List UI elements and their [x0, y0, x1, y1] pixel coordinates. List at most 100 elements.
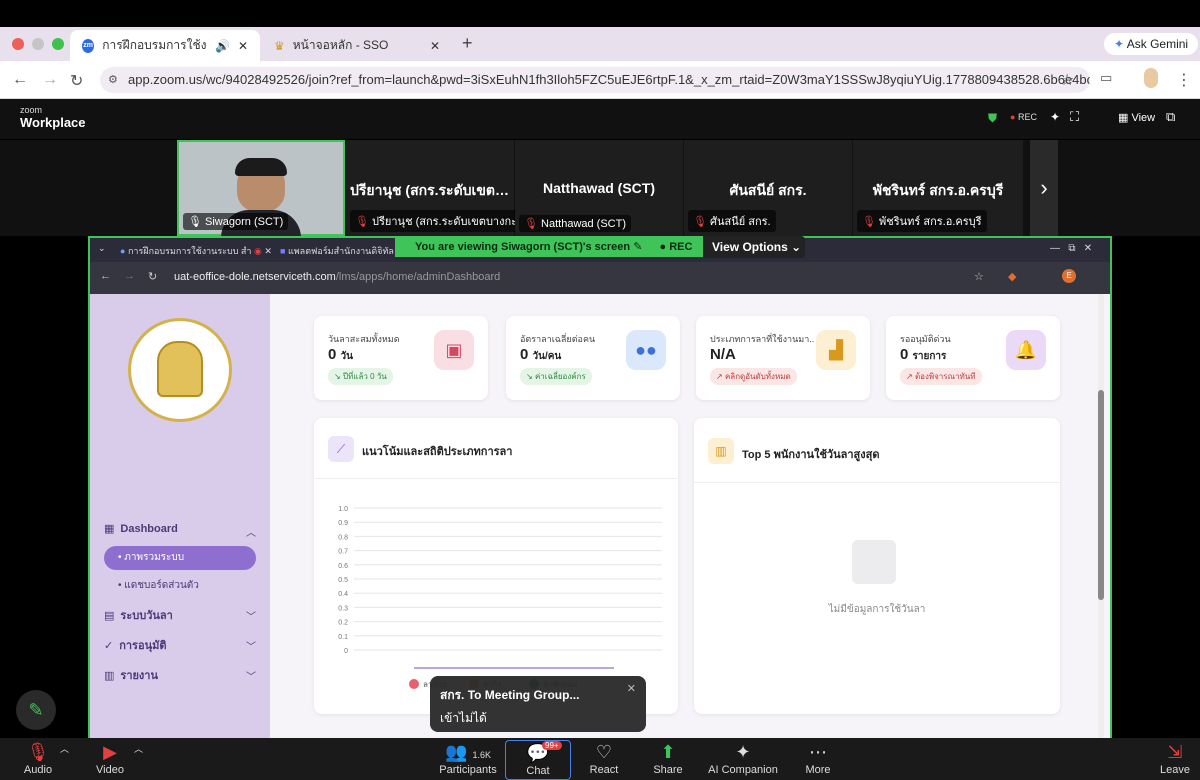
sidebar-item-label: ระบบวันลา	[120, 610, 173, 622]
department-logo	[128, 318, 232, 422]
participant-name: Natthawad (SCT)	[543, 180, 655, 196]
inner-window-controls: — ⧉ ✕	[1050, 243, 1093, 254]
y-tick-label: 0.2	[338, 620, 348, 627]
more-button[interactable]: ⋯ More	[800, 740, 836, 776]
inner-url: uat-eoffice-dole.netserviceth.com/lms/ap…	[174, 271, 501, 283]
inner-tab-list-icon: ⌄	[98, 243, 106, 253]
calendar-check-icon: ▣	[434, 330, 474, 370]
ask-gemini-button[interactable]: ✦ Ask Gemini	[1104, 33, 1199, 55]
trend-chart-svg: 1.00.90.80.70.60.50.40.30.20.10ลาป่วยลาก…	[338, 506, 662, 689]
legend-swatch[interactable]	[409, 679, 419, 689]
video-options-chevron-icon[interactable]: ︿	[134, 742, 143, 755]
participant-tile[interactable]: พัชรินทร์ สกร.อ.ครบุรี 🎙 พัชรินทร์ สกร.อ…	[853, 140, 1023, 236]
dashboard-icon: ▦	[104, 523, 115, 535]
audio-label: Audio	[23, 764, 53, 776]
chat-button[interactable]: 💬 Chat 99+	[505, 740, 571, 780]
participant-label: 🎙 Siwagorn (SCT)	[183, 213, 289, 230]
bookmark-star-icon[interactable]: ☆	[1060, 70, 1074, 90]
participant-tile[interactable]: ศันสนีย์ สกร. 🎙 ศันสนีย์ สกร.	[684, 140, 852, 236]
focus-icon[interactable]: ⛶	[1070, 109, 1079, 125]
share-viewing-banner: You are viewing Siwagorn (SCT)'s screen …	[395, 237, 703, 257]
video-button[interactable]: ▶ Video	[90, 740, 130, 776]
participant-label: 🎙 ศันสนีย์ สกร.	[688, 210, 776, 232]
sidebar-item-personal[interactable]: • แดชบอร์ดส่วนตัว	[118, 578, 199, 593]
react-button[interactable]: ♡ React	[584, 740, 624, 776]
view-button[interactable]: ▦ View	[1118, 111, 1155, 124]
sso-favicon-icon: ♛	[274, 38, 285, 53]
tab-title: การฝึกอบรมการใช้งานระบบ	[102, 38, 207, 52]
chart-title: แนวโน้มและสถิติประเภทการลา	[362, 446, 513, 458]
top5-card: ▥ Top 5 พนักงานใช้วันลาสูงสุด ไม่มีข้อมู…	[694, 418, 1060, 714]
browser-tab-bar: zm การฝึกอบรมการใช้งานระบบ 🔊 ✕ ♛ หน้าจอห…	[0, 27, 1200, 61]
gallery-next-arrow-icon[interactable]: ›	[1030, 140, 1058, 236]
profile-avatar[interactable]	[1144, 68, 1158, 88]
back-arrow-icon[interactable]: ←	[12, 71, 28, 89]
close-icon[interactable]: ✕	[627, 682, 636, 695]
chevron-up-icon: ︿	[246, 528, 256, 539]
stat-value: 0 รายการ	[900, 346, 947, 363]
report-icon: ▥	[104, 669, 115, 682]
close-window-button[interactable]	[12, 38, 24, 50]
y-tick-label: 0.7	[338, 549, 348, 556]
zoom-favicon-icon: zm	[82, 38, 95, 53]
audio-button[interactable]: 🎙 Audio	[18, 740, 58, 776]
tab-title: หน้าจอหลัก - SSO	[292, 38, 389, 52]
site-settings-icon[interactable]: ⚙	[108, 67, 118, 93]
y-tick-label: 0.4	[338, 591, 348, 598]
stat-trend: ↘ ค่าเฉลี่ยองค์กร	[520, 368, 592, 385]
browser-menu-icon[interactable]: ⋮	[1176, 70, 1192, 90]
participant-tile[interactable]: Natthawad (SCT) 🎙 Natthawad (SCT)	[515, 140, 683, 236]
shield-icon[interactable]: ⛊	[988, 111, 997, 126]
participant-name: พัชรินทร์ สกร.อ.ครบุรี	[872, 182, 1004, 198]
url-field[interactable]: ⚙ app.zoom.us/wc/94028492526/join?ref_fr…	[100, 67, 1090, 93]
ai-sparkle-icon[interactable]: ✦	[1050, 110, 1060, 124]
browser-tab-sso[interactable]: ♛ หน้าจอหลัก - SSO ✕	[262, 30, 452, 61]
y-tick-label: 0.5	[338, 577, 348, 584]
inner-tab: ● การฝึกอบรมการใช้งานระบบ สำ ◉ ✕	[120, 246, 272, 256]
share-rec-indicator: ● REC	[659, 241, 693, 253]
share-button[interactable]: ⬆ Share	[648, 740, 688, 776]
stat-title: ประเภทการลาที่ใช้งานมา..	[710, 334, 815, 344]
empty-state-text: ไม่มีข้อมูลการใช้วันลา	[828, 604, 926, 615]
sidebar-item-report[interactable]: ▥ รายงาน	[104, 666, 158, 684]
ai-companion-button[interactable]: ✦ AI Companion	[708, 740, 778, 776]
stat-card: ประเภทการลาที่ใช้งานมา.. N/A ↗ คลิกดูอัน…	[696, 316, 870, 400]
y-tick-label: 0.9	[338, 520, 348, 527]
tab-close-icon[interactable]: ✕	[238, 39, 248, 53]
rec-indicator[interactable]: ● REC	[1010, 112, 1037, 122]
sidebar-item-dashboard[interactable]: ▦ Dashboard	[104, 522, 178, 536]
minimize-zoom-icon[interactable]: ⧉	[1166, 109, 1175, 125]
forward-arrow-icon[interactable]: →	[42, 71, 58, 89]
participant-name: ศันสนีย์ สกร.	[729, 182, 807, 198]
browser-tab-zoom[interactable]: zm การฝึกอบรมการใช้งานระบบ 🔊 ✕	[70, 30, 260, 61]
audio-options-chevron-icon[interactable]: ︿	[60, 742, 69, 755]
chevron-down-icon: ﹀	[246, 672, 256, 683]
annotate-pencil-icon[interactable]: ✎	[16, 690, 56, 730]
participant-tile[interactable]: ปรียานุช (สกร.ระดับเขตบา... 🎙 ปรียานุช (…	[346, 140, 533, 236]
empty-box-icon	[852, 540, 896, 584]
new-tab-button[interactable]: +	[462, 33, 473, 54]
leave-label: Leave	[1160, 764, 1190, 776]
heart-icon: ♡	[595, 742, 613, 762]
pin-icon: ✎	[633, 241, 643, 253]
tab-close-icon[interactable]: ✕	[430, 39, 440, 53]
stat-card: วันลาสะสมทั้งหมด 0 วัน ↘ ปีที่แล้ว 0 วัน…	[314, 316, 488, 400]
cast-icon[interactable]: ▭	[1100, 70, 1112, 86]
sidebar-item-approval[interactable]: ✓ การอนุมัติ	[104, 636, 166, 654]
chat-notification[interactable]: สกร. To Meeting Group... เข้าไม่ได้ ✕	[430, 676, 646, 732]
shared-address-bar: ← → ↻ uat-eoffice-dole.netserviceth.com/…	[90, 262, 1110, 294]
share-label: Share	[653, 764, 683, 776]
maximize-window-button[interactable]	[52, 38, 64, 50]
more-dots-icon: ⋯	[809, 742, 827, 762]
view-options-button[interactable]: View Options ⌄	[703, 236, 805, 258]
participants-button[interactable]: 👥 1.6K Participants	[436, 740, 500, 776]
sidebar-item-leave[interactable]: ▤ ระบบวันลา	[104, 606, 173, 624]
zoom-brand-top: zoom	[20, 105, 43, 115]
leave-button[interactable]: ⇲ Leave	[1150, 740, 1200, 776]
participant-tile-video[interactable]: 🎙 Siwagorn (SCT)	[177, 140, 345, 238]
reload-icon[interactable]: ↻	[70, 71, 83, 91]
sidebar-item-overview[interactable]: • ภาพรวมระบบ	[104, 546, 256, 570]
minimize-window-button[interactable]	[32, 38, 44, 50]
participant-label: 🎙 ปรียานุช (สกร.ระดับเขตบางกะปิ)	[350, 210, 533, 232]
stat-title: วันลาสะสมทั้งหมด	[328, 334, 400, 344]
